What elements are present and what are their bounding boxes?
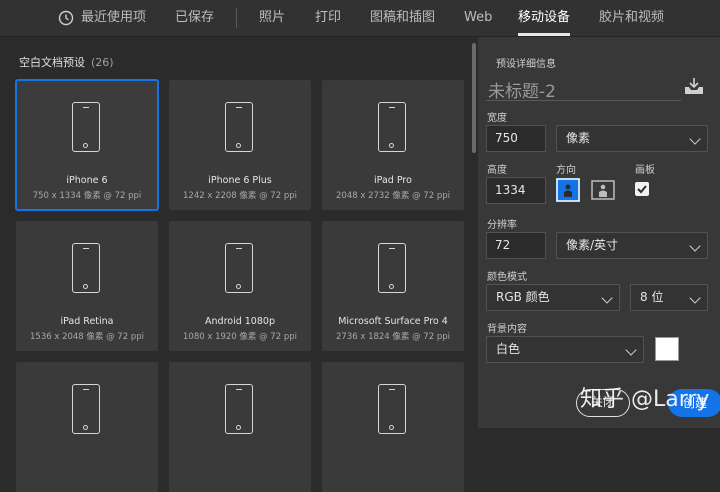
tablet-icon	[378, 102, 406, 152]
preset-title-text: 空白文档预设	[19, 56, 85, 69]
height-label: 高度	[487, 165, 507, 176]
bit-depth-value: 8 位	[640, 290, 664, 304]
save-preset-icon[interactable]	[683, 77, 705, 95]
tab-mobile[interactable]: 移动设备	[518, 0, 571, 36]
tab-photo[interactable]: 照片	[259, 0, 285, 36]
preset-name: iPad Pro	[374, 175, 412, 186]
artboard-checkbox[interactable]	[635, 182, 649, 196]
resolution-label: 分辨率	[487, 220, 517, 231]
tab-mobile-label: 移动设备	[518, 10, 571, 25]
details-header: 预设详细信息	[496, 59, 556, 70]
color-mode-select[interactable]: RGB 颜色	[486, 284, 620, 311]
preset-name: Microsoft Surface Pro 4	[338, 316, 448, 327]
color-mode-label: 颜色模式	[487, 272, 527, 283]
phone-icon	[378, 384, 406, 434]
preset-section-title: 空白文档预设 (26)	[19, 54, 114, 70]
active-tab-underline	[518, 33, 571, 36]
preset-card[interactable]	[169, 362, 311, 492]
background-select[interactable]: 白色	[486, 336, 644, 363]
top-tab-bar: 最近使用项 已保存 照片 打印 图稿和插图 Web 移动设备 胶片和视频	[0, 0, 720, 37]
preset-count: (26)	[91, 56, 114, 69]
tab-art[interactable]: 图稿和插图	[370, 0, 435, 36]
color-mode-value: RGB 颜色	[496, 290, 550, 304]
preset-name: iPhone 6 Plus	[208, 175, 272, 186]
document-title-input[interactable]: 未标题-2	[488, 77, 556, 102]
chevron-down-icon	[601, 292, 613, 304]
background-color-swatch[interactable]	[655, 337, 679, 361]
preset-card[interactable]: iPad Retina 1536 x 2048 像素 @ 72 ppi	[16, 221, 158, 351]
chevron-down-icon	[689, 240, 701, 252]
orientation-label: 方向	[556, 165, 576, 176]
chevron-down-icon	[689, 292, 701, 304]
tab-saved[interactable]: 已保存	[175, 0, 214, 36]
width-unit-value: 像素	[566, 131, 591, 145]
resolution-unit-select[interactable]: 像素/英寸	[556, 232, 708, 259]
preset-card[interactable]: iPhone 6 Plus 1242 x 2208 像素 @ 72 ppi	[169, 80, 311, 210]
width-unit-select[interactable]: 像素	[556, 125, 708, 152]
preset-size: 1242 x 2208 像素 @ 72 ppi	[183, 191, 297, 201]
preset-size: 2736 x 1824 像素 @ 72 ppi	[336, 332, 450, 342]
preset-card[interactable]: Microsoft Surface Pro 4 2736 x 1824 像素 @…	[322, 221, 464, 351]
artboard-label: 画板	[635, 165, 655, 176]
tab-recent[interactable]: 最近使用项	[81, 0, 146, 36]
landscape-orientation-icon[interactable]	[591, 178, 615, 202]
phone-icon	[225, 102, 253, 152]
height-input[interactable]: 1334	[486, 177, 546, 204]
preset-card[interactable]: iPad Pro 2048 x 2732 像素 @ 72 ppi	[322, 80, 464, 210]
phone-icon	[225, 384, 253, 434]
preset-size: 750 x 1334 像素 @ 72 ppi	[32, 191, 142, 201]
width-label: 宽度	[487, 113, 507, 124]
portrait-orientation-icon[interactable]	[556, 178, 580, 202]
preset-size: 2048 x 2732 像素 @ 72 ppi	[336, 191, 450, 201]
phone-icon	[72, 384, 100, 434]
width-input[interactable]: 750	[486, 125, 546, 152]
phone-icon	[225, 243, 253, 293]
tablet-icon	[378, 243, 406, 293]
phone-icon	[72, 102, 100, 152]
tablet-icon	[72, 243, 100, 293]
tab-print[interactable]: 打印	[315, 0, 341, 36]
title-underline	[486, 100, 681, 101]
bit-depth-select[interactable]: 8 位	[630, 284, 708, 311]
background-value: 白色	[496, 342, 521, 356]
preset-card[interactable]: Android 1080p 1080 x 1920 像素 @ 72 ppi	[169, 221, 311, 351]
chevron-down-icon	[625, 344, 637, 356]
preset-card[interactable]: iPhone 6 750 x 1334 像素 @ 72 ppi	[15, 79, 159, 211]
background-label: 背景内容	[487, 324, 527, 335]
watermark-text: 知乎 @Larry	[580, 387, 710, 412]
preset-card[interactable]	[322, 362, 464, 492]
preset-details-panel: 预设详细信息 未标题-2 宽度 750 像素 高度 方向 画板 1334 分辨率…	[478, 37, 720, 428]
chevron-down-icon	[689, 133, 701, 145]
preset-size: 1080 x 1920 像素 @ 72 ppi	[183, 332, 297, 342]
preset-panel: 空白文档预设 (26) iPhone 6 750 x 1334 像素 @ 72 p…	[0, 37, 470, 492]
preset-card[interactable]	[16, 362, 158, 492]
clock-icon	[58, 10, 74, 26]
preset-name: iPad Retina	[60, 316, 114, 327]
tab-film[interactable]: 胶片和视频	[599, 0, 664, 36]
preset-name: Android 1080p	[205, 316, 275, 327]
tab-web[interactable]: Web	[464, 0, 492, 36]
preset-size: 1536 x 2048 像素 @ 72 ppi	[30, 332, 144, 342]
preset-name: iPhone 6	[66, 175, 108, 186]
tab-divider	[236, 8, 237, 28]
scrollbar-thumb[interactable]	[472, 43, 476, 153]
resolution-input[interactable]: 72	[486, 232, 546, 259]
resolution-unit-value: 像素/英寸	[566, 238, 619, 252]
